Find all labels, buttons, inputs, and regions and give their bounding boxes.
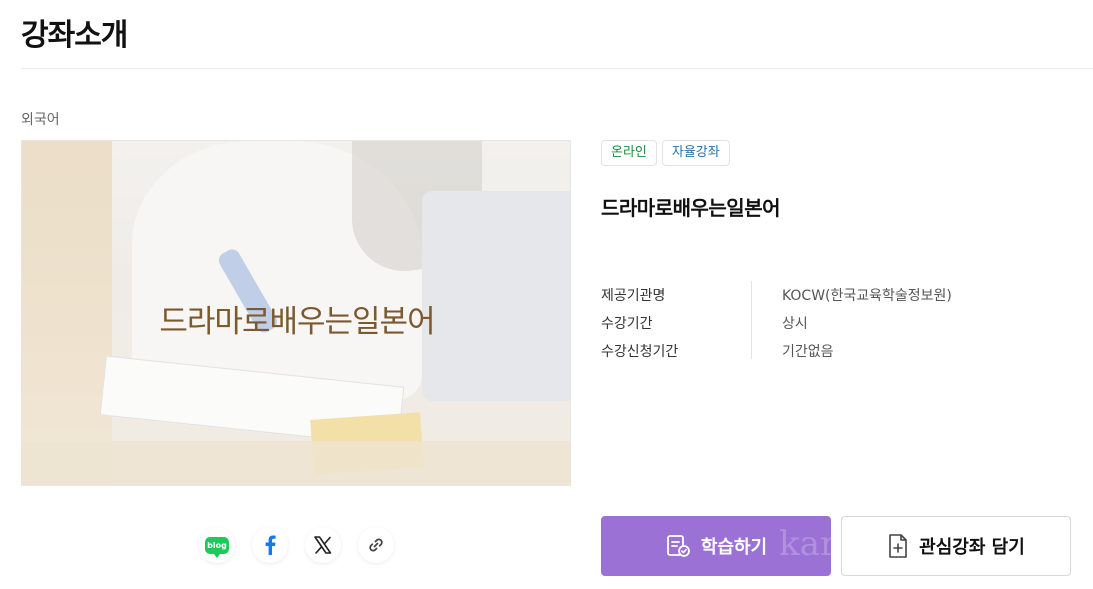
facebook-icon (265, 535, 276, 555)
tag-self-paced: 자율강좌 (661, 140, 730, 166)
title-divider (21, 68, 1093, 69)
course-category: 외국어 (21, 112, 60, 128)
add-document-icon (889, 534, 907, 558)
add-to-wishlist-button[interactable]: 관심강좌 담기 (841, 516, 1071, 576)
copy-link-button[interactable] (358, 527, 394, 563)
share-naver-blog-button[interactable]: blog (199, 527, 235, 563)
share-x-button[interactable] (305, 527, 341, 563)
info-row-enroll-period: 수강신청기간 기간없음 (601, 337, 952, 365)
x-icon (314, 536, 332, 554)
info-label: 수강신청기간 (601, 344, 679, 360)
info-value: KOCW(한국교육학술정보원) (782, 288, 952, 304)
naver-blog-icon: blog (205, 536, 229, 558)
course-tags: 온라인 자율강좌 (601, 140, 730, 166)
thumbnail-title: 드라마로배우는일본어 (159, 304, 435, 340)
info-value: 상시 (782, 316, 808, 332)
info-value: 기간없음 (782, 344, 834, 360)
watermark-text: kar (779, 524, 831, 564)
add-to-wishlist-label: 관심강좌 담기 (919, 537, 1025, 558)
start-learning-label: 학습하기 (700, 537, 768, 558)
info-label: 제공기관명 (601, 288, 666, 304)
study-icon (666, 535, 690, 557)
course-info: 제공기관명 KOCW(한국교육학술정보원) 수강기간 상시 수강신청기간 기간없… (601, 281, 952, 365)
info-divider (751, 281, 752, 359)
share-bar: blog (199, 527, 394, 563)
info-row-provider: 제공기관명 KOCW(한국교육학술정보원) (601, 281, 952, 309)
link-icon (369, 538, 383, 552)
tag-online: 온라인 (601, 140, 657, 166)
info-label: 수강기간 (601, 316, 653, 332)
page-title: 강좌소개 (21, 18, 128, 53)
thumbnail-bg-shape (22, 441, 570, 485)
start-learning-button[interactable]: 학습하기 kar (601, 516, 831, 576)
course-thumbnail: 드라마로배우는일본어 (21, 140, 571, 486)
share-facebook-button[interactable] (252, 527, 288, 563)
course-title: 드라마로배우는일본어 (601, 196, 781, 220)
info-row-period: 수강기간 상시 (601, 309, 952, 337)
